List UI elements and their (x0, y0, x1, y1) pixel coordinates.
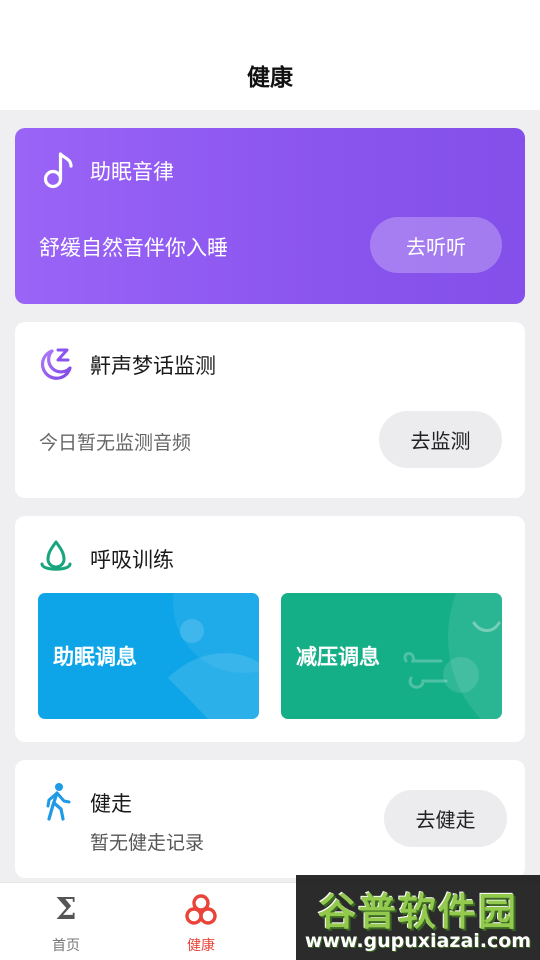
sigma-icon: Σ (55, 892, 77, 927)
snore-monitor-title: 鼾声梦话监测 (90, 354, 216, 378)
walk-button[interactable]: 去健走 (384, 790, 507, 847)
nav-label-home: 首页 (52, 938, 80, 954)
listen-button[interactable]: 去听听 (370, 217, 502, 273)
walk-card[interactable]: 健走 暂无健走记录 去健走 (15, 760, 525, 878)
walk-subtitle: 暂无健走记录 (90, 832, 205, 854)
stress-breathing-tile[interactable]: 减压调息 (281, 593, 502, 719)
snore-monitor-subtitle: 今日暂无监测音频 (39, 432, 192, 454)
moon-zzz-icon (40, 348, 72, 380)
sleep-breathing-label: 助眠调息 (53, 645, 137, 669)
monitor-button[interactable]: 去监测 (379, 411, 502, 468)
nav-item-home[interactable]: Σ 首页 (26, 893, 106, 957)
music-note-icon (43, 152, 73, 189)
snore-monitor-card[interactable]: 鼾声梦话监测 今日暂无监测音频 去监测 (15, 322, 525, 498)
breathing-training-card: 呼吸训练 助眠调息 减压调息 (15, 516, 525, 742)
page-title: 健康 (247, 65, 293, 91)
walking-person-icon (46, 783, 71, 821)
nav-item-health[interactable]: 健康 (161, 893, 241, 957)
watermark-title: 谷普软件园 (317, 890, 518, 934)
watermark-overlay: 谷普软件园 www.gupuxiazai.com (296, 875, 540, 960)
sleep-breathing-tile[interactable]: 助眠调息 (38, 593, 259, 719)
health-rings-icon (185, 894, 217, 925)
nav-label-health: 健康 (187, 938, 215, 954)
top-header: 健康 (0, 0, 540, 110)
walk-title: 健走 (90, 792, 132, 816)
sleep-music-subtitle: 舒缓自然音伴你入睡 (39, 236, 228, 260)
stress-breathing-label: 减压调息 (296, 645, 380, 669)
breathing-training-title: 呼吸训练 (90, 548, 174, 572)
water-drop-icon (40, 540, 72, 571)
sleep-music-card[interactable]: 助眠音律 舒缓自然音伴你入睡 去听听 (15, 128, 525, 304)
watermark-url: www.gupuxiazai.com (304, 930, 532, 952)
sleep-music-title: 助眠音律 (90, 160, 174, 184)
